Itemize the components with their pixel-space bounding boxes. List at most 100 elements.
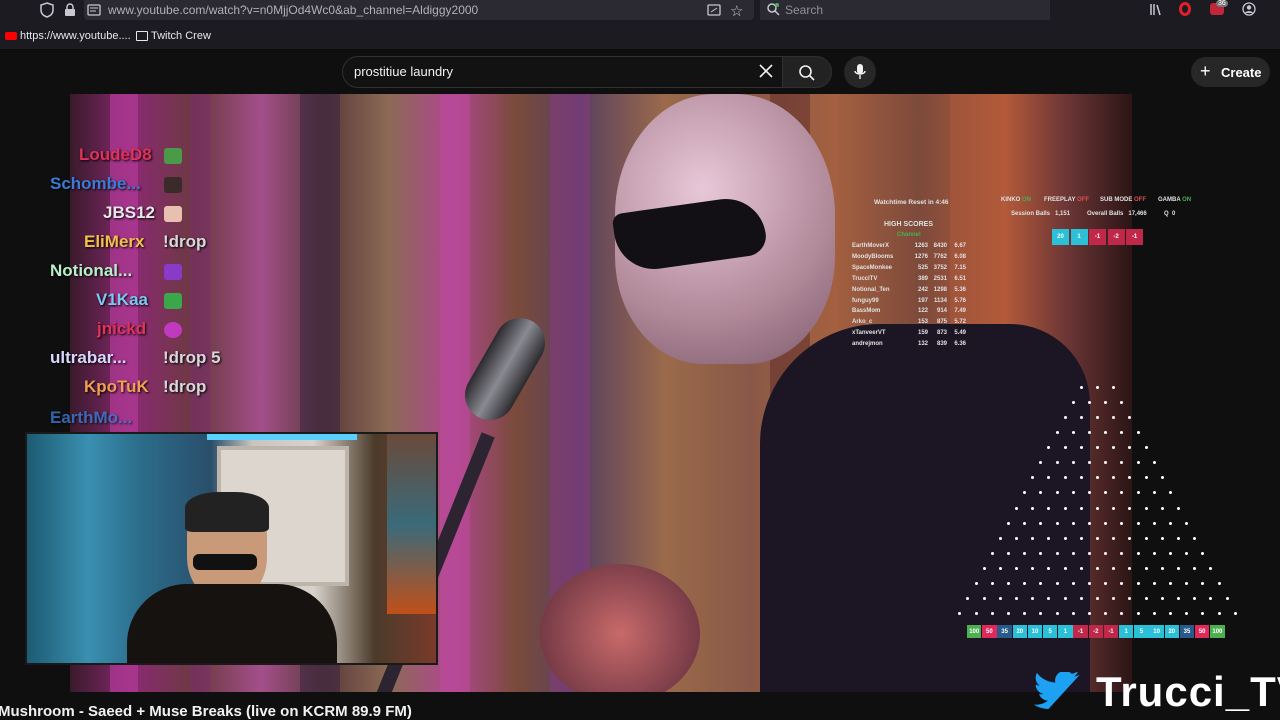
multiplier-chip: 20: [1052, 229, 1069, 245]
emote-icon: [164, 206, 182, 222]
plinko-peg: [1023, 581, 1027, 585]
chat-username: LoudeD8: [79, 145, 152, 164]
session-balls: Session Balls 1,151: [1011, 211, 1070, 217]
score-cell-c: 6.36: [954, 341, 966, 348]
score-cell-a: 1263: [914, 243, 928, 249]
plinko-peg: [1104, 521, 1108, 525]
plinko-peg: [1079, 536, 1083, 540]
plinko-peg: [1031, 536, 1035, 540]
plinko-peg: [1015, 566, 1018, 570]
emote-icon: [164, 148, 182, 164]
folder-icon: [136, 31, 148, 41]
score-cell-c: 6.08: [954, 253, 966, 260]
queue-label: Q: [1164, 211, 1169, 217]
queue-count: Q 0: [1164, 211, 1175, 217]
opera-icon[interactable]: [1179, 2, 1191, 16]
toggle-label: SUB MODE: [1100, 197, 1133, 203]
score-cell-b: 7762: [933, 253, 947, 260]
score-cell-c: 5.36: [954, 286, 966, 293]
plinko-peg: [1177, 506, 1180, 510]
search-icon: [799, 65, 815, 81]
shield-icon[interactable]: [40, 2, 54, 18]
score-cell-b: 839: [936, 341, 947, 348]
url-text[interactable]: www.youtube.com/watch?v=n0MjjOd4Wc0&ab_c…: [108, 3, 478, 17]
search-engine-icon[interactable]: [766, 2, 780, 16]
bookmark-youtube[interactable]: https://www.youtube....: [20, 30, 131, 42]
plinko-peg: [1193, 566, 1197, 570]
streamer-hair: [185, 492, 269, 532]
plinko-peg: [1104, 581, 1108, 585]
plinko-peg: [1079, 416, 1083, 420]
plinko-peg: [1185, 521, 1189, 525]
plinko-peg: [1177, 596, 1180, 600]
notification-badge: 36: [1216, 0, 1228, 7]
clear-search-icon[interactable]: [758, 63, 774, 79]
plinko-peg: [1063, 416, 1067, 420]
search-button[interactable]: [782, 56, 832, 88]
plinko-peg: [1015, 506, 1018, 510]
plinko-peg: [1168, 581, 1172, 585]
plinko-bucket: 100: [967, 625, 982, 638]
toggle-state: OFF: [1134, 197, 1147, 203]
plinko-peg: [1063, 506, 1067, 510]
plinko-peg: [1071, 521, 1075, 525]
score-cell-name: xTanveerVT: [852, 330, 886, 337]
bookmark-twitch-crew[interactable]: Twitch Crew: [151, 30, 211, 42]
microphone-icon: [854, 64, 866, 79]
plinko-bucket: 50: [1195, 625, 1210, 638]
microphone: [455, 308, 555, 430]
bookmark-star-icon[interactable]: ☆: [730, 2, 743, 20]
plinko-peg: [1168, 521, 1172, 525]
score-cell-b: 8430: [933, 243, 947, 249]
toggle-kinko: KINKO ON: [1001, 197, 1031, 203]
plinko-peg: [1144, 506, 1148, 510]
search-input-value[interactable]: prostitiue laundry: [354, 64, 453, 79]
emote-icon: [164, 322, 182, 338]
emote-icon: [164, 177, 182, 193]
plinko-peg: [1152, 612, 1156, 615]
score-cell-name: EarthMoverX: [852, 243, 890, 249]
voice-search-button[interactable]: [844, 56, 876, 88]
plinko-peg: [1071, 551, 1075, 555]
plinko-peg: [982, 596, 986, 600]
plinko-peg: [1055, 581, 1059, 585]
plinko-peg: [1160, 536, 1164, 540]
plinko-peg: [998, 566, 1002, 570]
lock-icon[interactable]: [64, 3, 76, 17]
plinko-peg: [1217, 612, 1221, 615]
score-cell-c: 5.49: [954, 330, 966, 337]
plinko-peg: [998, 536, 1002, 540]
webcam-feed: [25, 432, 438, 665]
emote-icon: [164, 293, 182, 309]
score-cell-a: 525: [917, 264, 928, 271]
score-cell-name: TrucciTV: [852, 275, 878, 282]
screenshot-icon[interactable]: [707, 3, 721, 17]
score-cell-a: 122: [917, 308, 928, 315]
chat-username: EliMerx: [84, 232, 145, 251]
create-button[interactable]: + Create: [1191, 57, 1270, 87]
plinko-peg: [1177, 566, 1180, 570]
plinko-peg: [1079, 566, 1083, 570]
page-info-icon[interactable]: [87, 3, 101, 16]
plinko-peg: [1144, 536, 1148, 540]
score-cell-a: 242: [917, 286, 928, 293]
account-icon[interactable]: [1242, 2, 1256, 16]
plinko-peg: [1039, 521, 1043, 525]
session-balls-label: Session Balls: [1011, 211, 1051, 217]
score-cell-b: 914: [936, 308, 947, 315]
library-icon[interactable]: [1149, 2, 1163, 16]
plinko-peg: [990, 551, 994, 555]
plinko-peg: [1087, 551, 1091, 555]
streamer-body: [127, 584, 337, 663]
plinko-peg: [1233, 612, 1237, 615]
score-cell-c: 7.15: [954, 264, 966, 271]
score-cell-b: 1134: [933, 297, 947, 304]
plinko-peg: [1006, 551, 1010, 555]
plinko-bucket: 50: [982, 625, 997, 638]
plinko-bucket: 1: [1058, 625, 1073, 638]
plinko-bucket: 35: [1179, 625, 1195, 638]
score-cell-a: 389: [917, 275, 928, 282]
plinko-peg: [1031, 566, 1035, 570]
plinko-bucket: 1: [1119, 625, 1134, 638]
toggle-sub-mode: SUB MODE OFF: [1100, 197, 1146, 203]
